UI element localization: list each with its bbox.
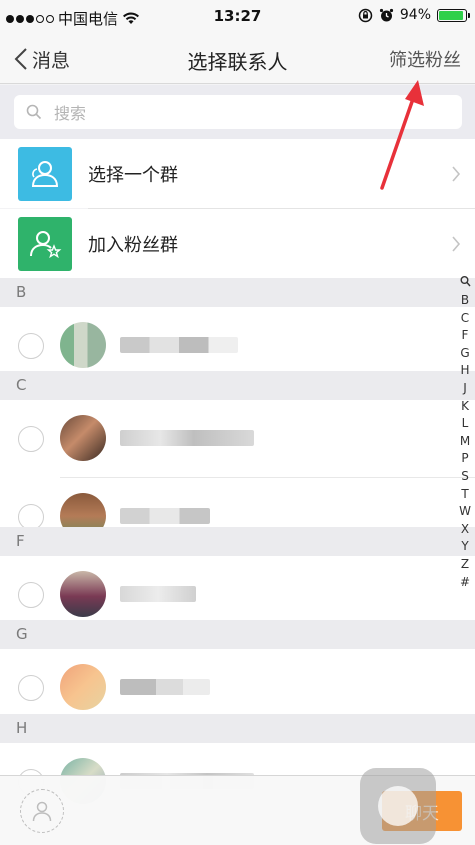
chevron-right-icon [452, 235, 461, 252]
index-letter[interactable]: B [461, 292, 469, 310]
index-letter[interactable]: C [461, 310, 469, 328]
bottom-bar: 聊天 [0, 768, 475, 845]
search-icon [26, 104, 42, 120]
status-right: 94% [358, 7, 470, 23]
contact-row[interactable] [0, 400, 475, 478]
index-letter[interactable]: L [462, 415, 469, 433]
contact-name-redacted [120, 337, 238, 353]
index-letter[interactable]: # [460, 574, 470, 592]
nav-bar: 消息 选择联系人 筛选粉丝 [0, 34, 475, 84]
contact-name-redacted [120, 430, 254, 446]
select-group-row[interactable]: 选择一个群 [0, 139, 475, 208]
avatar [60, 322, 106, 368]
battery-icon [437, 8, 470, 22]
section-header-b: B [0, 278, 475, 307]
index-letter[interactable]: Y [461, 538, 468, 556]
index-letter[interactable]: S [461, 468, 469, 486]
search-bar: 搜索 [0, 85, 475, 139]
index-letter[interactable]: W [459, 503, 471, 521]
index-letter[interactable]: G [460, 345, 469, 363]
contact-name-redacted [120, 679, 210, 695]
index-letter[interactable]: P [461, 450, 468, 468]
index-letter[interactable]: K [461, 398, 469, 416]
contact-name-redacted [120, 586, 196, 602]
group-label: 加入粉丝群 [88, 234, 178, 256]
battery-percent: 94% [399, 7, 431, 23]
index-letter[interactable]: M [460, 433, 470, 451]
section-header-f: F [0, 527, 475, 556]
index-letter[interactable]: J [463, 380, 467, 398]
group-label: 选择一个群 [88, 164, 178, 186]
index-letter[interactable]: T [461, 486, 468, 504]
avatar [60, 664, 106, 710]
avatar [60, 571, 106, 617]
filter-fans-button[interactable]: 筛选粉丝 [389, 46, 461, 72]
contact-picker-screen: 中国电信 13:27 94% 消息 选择联系人 筛选粉丝 搜索 选择一个群 加入… [0, 0, 475, 845]
search-input[interactable]: 搜索 [14, 95, 462, 129]
contact-name-redacted [120, 508, 210, 524]
section-header-h: H [0, 714, 475, 743]
search-placeholder: 搜索 [54, 104, 87, 123]
select-checkbox[interactable] [18, 426, 44, 452]
status-bar: 中国电信 13:27 94% [0, 0, 475, 34]
select-checkbox[interactable] [18, 333, 44, 359]
orientation-lock-icon [358, 8, 373, 22]
index-letter[interactable]: Z [461, 556, 469, 574]
index-letter[interactable]: X [461, 521, 469, 539]
join-fan-group-row[interactable]: 加入粉丝群 [0, 209, 475, 278]
selected-avatar-placeholder [20, 789, 64, 833]
index-letter[interactable]: H [460, 362, 469, 380]
assistive-touch-button[interactable] [360, 768, 436, 844]
alphabet-index[interactable]: B C F G H J K L M P S T W X Y Z # [456, 275, 474, 591]
chevron-right-icon [452, 165, 461, 182]
index-letter[interactable]: F [462, 327, 469, 345]
alarm-icon [379, 8, 393, 21]
group-icon [18, 146, 72, 201]
person-icon [32, 801, 52, 822]
assistive-touch-icon [378, 786, 418, 826]
section-header-c: C [0, 371, 475, 400]
search-index-icon[interactable] [460, 275, 471, 289]
fan-group-icon [18, 216, 72, 271]
avatar [60, 415, 106, 461]
section-header-g: G [0, 620, 475, 649]
select-checkbox[interactable] [18, 582, 44, 608]
select-checkbox[interactable] [18, 675, 44, 701]
